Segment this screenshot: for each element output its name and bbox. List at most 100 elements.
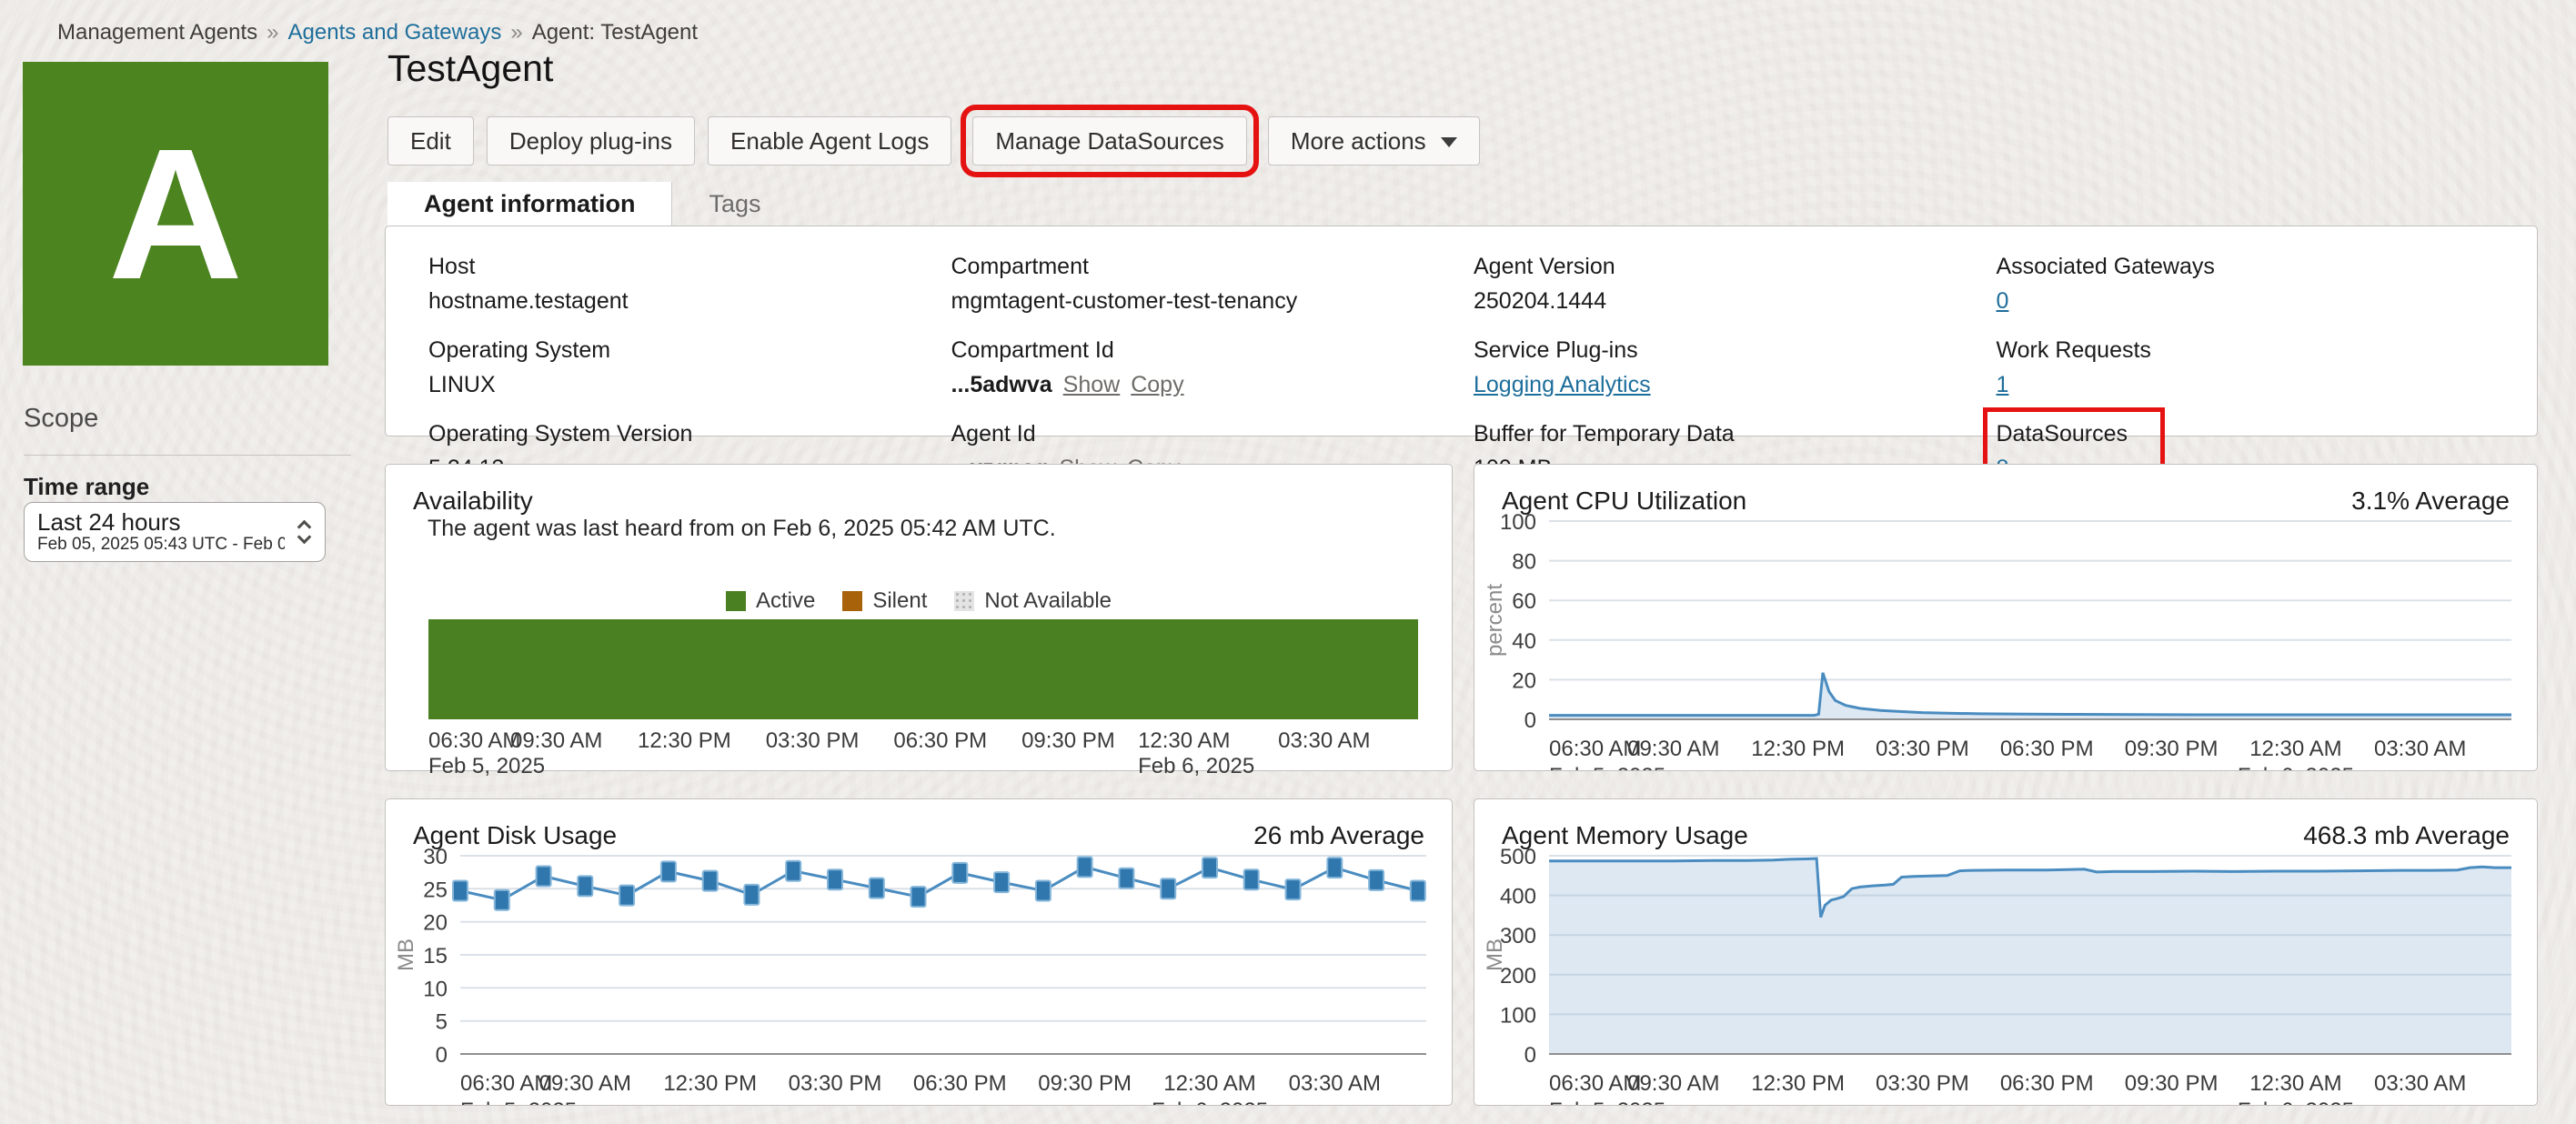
svg-text:03:30 PM: 03:30 PM (789, 1071, 882, 1096)
time-range-label: Time range (24, 473, 150, 500)
svg-text:09:30 AM: 09:30 AM (1627, 737, 1719, 761)
field-value: Logging Analytics (1474, 372, 1997, 398)
svg-text:12:30 PM: 12:30 PM (1751, 737, 1845, 761)
svg-text:25: 25 (423, 878, 448, 902)
svg-text:12:30 AM: 12:30 AM (1163, 1071, 1255, 1096)
svg-text:15: 15 (423, 944, 448, 968)
svg-text:0: 0 (436, 1043, 448, 1068)
svg-text:MB: MB (1483, 938, 1507, 971)
svg-text:03:30 AM: 03:30 AM (2374, 737, 2466, 761)
x-axis-tick: 06:30 PM (893, 728, 988, 753)
more-actions-label: More actions (1290, 126, 1426, 155)
field-host: Host hostname.testagent (428, 254, 951, 315)
svg-text:06:30 PM: 06:30 PM (2000, 737, 2094, 761)
time-range-select[interactable]: Last 24 hours Feb 05, 2025 05:43 UTC - F… (24, 502, 326, 562)
svg-text:09:30 PM: 09:30 PM (2125, 737, 2219, 761)
main-content: TestAgent Edit Deploy plug-ins Enable Ag… (385, 0, 2538, 1124)
legend-swatch-icon (954, 591, 975, 611)
svg-text:Feb 5, 2025: Feb 5, 2025 (1549, 764, 1665, 770)
field-value-link[interactable]: Logging Analytics (1474, 372, 1651, 397)
show-link[interactable]: Show (1063, 372, 1121, 397)
field-value: hostname.testagent (428, 288, 629, 314)
svg-text:0: 0 (1524, 1043, 1536, 1068)
tab-tags[interactable]: Tags (672, 182, 797, 226)
tab-agent-information[interactable]: Agent information (387, 182, 673, 226)
field-value: mgmtagent-customer-test-tenancy (951, 288, 1298, 314)
availability-subtitle: The agent was last heard from on Feb 6, … (428, 516, 1056, 541)
scope-heading: Scope (24, 404, 99, 433)
field-value: 1 (1997, 372, 2520, 398)
field-label: Compartment Id (951, 337, 1114, 363)
svg-text:80: 80 (1512, 550, 1536, 575)
x-axis-tick: 12:30 AM Feb 6, 2025 (1138, 728, 1255, 778)
memory-chart: 010020030040050006:30 AMFeb 5, 202509:30… (1474, 799, 2537, 1123)
avatar: A (23, 62, 328, 366)
sidebar-divider (24, 455, 351, 456)
disk-chart: 05101520253006:30 AMFeb 5, 202509:30 AM1… (386, 799, 1452, 1123)
field-service-plug-ins: Service Plug-ins Logging Analytics (1474, 337, 1997, 398)
svg-text:12:30 PM: 12:30 PM (663, 1071, 757, 1096)
svg-text:06:30 PM: 06:30 PM (2000, 1071, 2094, 1096)
availability-status-bar (428, 619, 1418, 719)
copy-link[interactable]: Copy (1131, 372, 1183, 397)
field-value: LINUX (428, 372, 496, 397)
breadcrumb-item: Management Agents (57, 20, 258, 45)
x-axis-tick: 09:30 PM (1021, 728, 1115, 753)
availability-x-axis: 06:30 AM Feb 5, 2025 09:30 AM 12:30 PM 03:30… (428, 728, 1418, 783)
field-label: Compartment (951, 254, 1089, 279)
avatar-letter: A (107, 109, 244, 318)
svg-text:Feb 5, 2025: Feb 5, 2025 (460, 1099, 577, 1105)
svg-text:MB: MB (394, 938, 418, 971)
svg-text:09:30 PM: 09:30 PM (1038, 1071, 1132, 1096)
svg-text:12:30 PM: 12:30 PM (1751, 1071, 1845, 1096)
page: Management Agents» Agents and Gateways» Ag… (0, 0, 2576, 1124)
svg-text:20: 20 (1512, 668, 1536, 693)
field-label: Agent Id (951, 421, 1036, 447)
field-label: Operating System (428, 337, 611, 363)
legend-label: Not Available (984, 588, 1112, 613)
svg-text:60: 60 (1512, 589, 1536, 614)
svg-text:100: 100 (1500, 1003, 1536, 1028)
x-axis-tick: 09:30 AM (509, 728, 603, 753)
field-label: Operating System Version (428, 421, 693, 447)
edit-button[interactable]: Edit (387, 116, 474, 166)
field-label: Work Requests (1996, 337, 2151, 363)
svg-text:Feb 5, 2025: Feb 5, 2025 (1549, 1099, 1665, 1105)
svg-text:5: 5 (436, 1010, 448, 1035)
svg-text:12:30 AM: 12:30 AM (2249, 737, 2341, 761)
svg-text:100: 100 (1500, 510, 1536, 535)
svg-text:500: 500 (1500, 845, 1536, 869)
field-value-link[interactable]: 0 (1997, 288, 2009, 314)
more-actions-button[interactable]: More actions (1267, 116, 1480, 166)
legend-swatch-icon (842, 591, 863, 611)
svg-text:09:30 AM: 09:30 AM (1627, 1071, 1719, 1096)
svg-text:12:30 AM: 12:30 AM (2249, 1071, 2341, 1096)
svg-text:03:30 AM: 03:30 AM (2374, 1071, 2466, 1096)
agent-information-card: Host hostname.testagent Operating System LI… (385, 226, 2538, 496)
cpu-chart: 02040608010006:30 AMFeb 5, 202509:30 AM1… (1474, 465, 2537, 788)
field-work-requests: Work Requests 1 (1997, 337, 2520, 398)
legend-item: Active (725, 588, 816, 614)
memory-usage-card: Agent Memory Usage 468.3 mb Average 0 100… (1474, 798, 2538, 1123)
x-axis-tick: 03:30 AM (1278, 728, 1371, 753)
field-label: Buffer for Temporary Data (1474, 421, 1735, 447)
field-value-link[interactable]: 1 (1997, 372, 2009, 397)
deploy-plugins-button[interactable]: Deploy plug-ins (486, 116, 696, 166)
enable-agent-logs-button[interactable]: Enable Agent Logs (708, 116, 952, 166)
field-associated-gateways: Associated Gateways 0 (1997, 254, 2520, 315)
svg-text:03:30 PM: 03:30 PM (1876, 1071, 1969, 1096)
field-value: 0 (1997, 288, 2520, 315)
select-spinner-icon[interactable] (297, 517, 312, 547)
svg-text:10: 10 (423, 977, 448, 1001)
svg-text:09:30 AM: 09:30 AM (539, 1071, 631, 1096)
page-title: TestAgent (387, 47, 554, 89)
field-compartment-id: Compartment Id ...5adwva Show Copy (951, 337, 1474, 398)
legend-swatch-icon (725, 591, 746, 611)
legend-label: Active (755, 588, 816, 613)
action-toolbar: Edit Deploy plug-ins Enable Agent Logs M… (387, 105, 1480, 177)
manage-datasources-button[interactable]: Manage DataSources (961, 105, 1259, 177)
svg-text:percent: percent (1483, 584, 1507, 657)
disk-usage-card: Agent Disk Usage 26 mb Average 0 5 10 15 20 2… (385, 798, 1453, 1123)
field-label: Associated Gateways (1996, 254, 2215, 279)
svg-text:03:30 AM: 03:30 AM (1289, 1071, 1381, 1096)
